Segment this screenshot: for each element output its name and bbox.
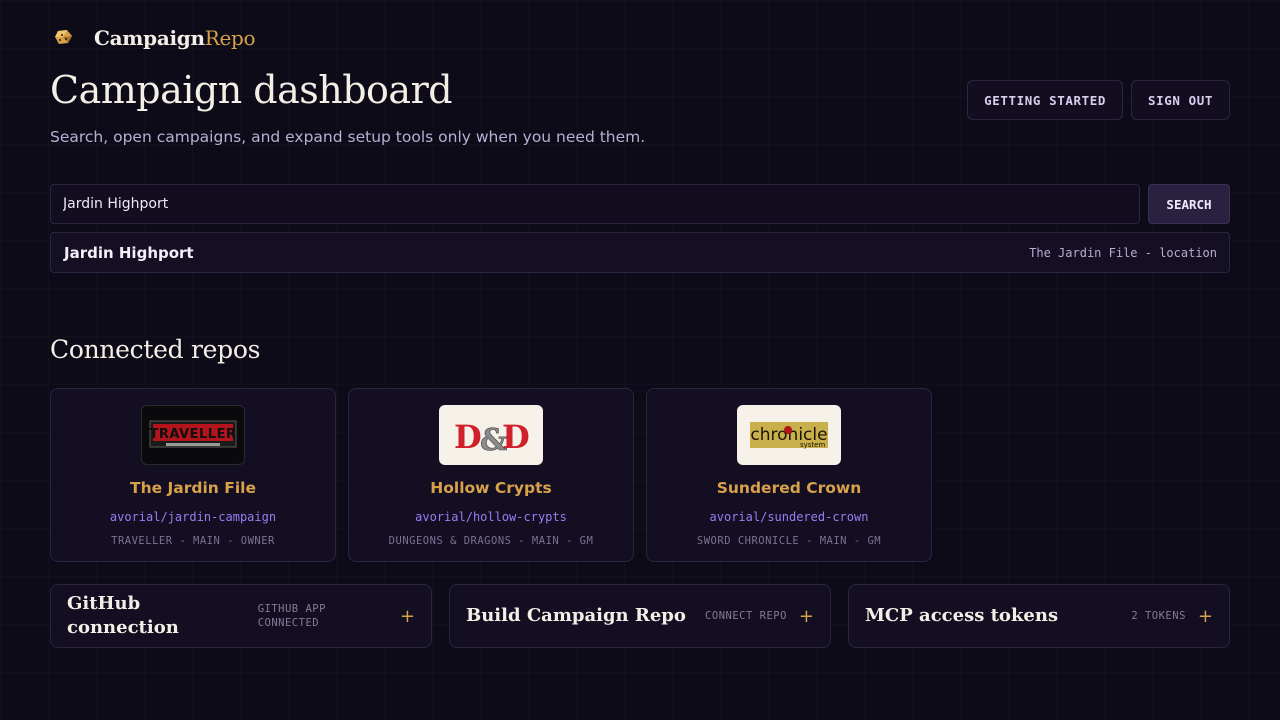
repo-path-link[interactable]: avorial/jardin-campaign (110, 510, 276, 524)
search-bar: SEARCH (50, 184, 1230, 224)
connected-repos-heading: Connected repos (50, 335, 261, 364)
setup-panels: GitHub connection GITHUB APP CONNECTED +… (50, 584, 1230, 648)
repo-path-link[interactable]: avorial/sundered-crown (710, 510, 869, 524)
traveller-logo-icon: TRAVELLER (141, 405, 245, 465)
repo-name: Hollow Crypts (430, 479, 552, 497)
header-actions: GETTING STARTED SIGN OUT (967, 80, 1230, 120)
repo-card-sundered-crown[interactable]: chronicle system Sundered Crown avorial/… (646, 388, 932, 562)
repo-grid: TRAVELLER The Jardin File avorial/jardin… (50, 388, 932, 562)
search-input[interactable] (50, 184, 1140, 224)
repo-tags: DUNGEONS & DRAGONS - MAIN - GM (388, 535, 594, 547)
plus-icon[interactable]: + (400, 606, 415, 627)
repo-tags: SWORD CHRONICLE - MAIN - GM (696, 535, 882, 547)
page-subtitle: Search, open campaigns, and expand setup… (50, 128, 646, 146)
build-campaign-repo-panel[interactable]: Build Campaign Repo CONNECT REPO + (449, 584, 831, 648)
sign-out-button[interactable]: SIGN OUT (1130, 80, 1230, 120)
repo-path-link[interactable]: avorial/hollow-crypts (415, 510, 567, 524)
brand-name: CampaignRepo (94, 26, 256, 50)
repo-tags: TRAVELLER - MAIN - OWNER (111, 535, 275, 547)
panel-title: Build Campaign Repo (466, 605, 686, 626)
panel-title: MCP access tokens (865, 605, 1059, 626)
github-connection-panel[interactable]: GitHub connection GITHUB APP CONNECTED + (50, 584, 432, 648)
repo-card-jardin[interactable]: TRAVELLER The Jardin File avorial/jardin… (50, 388, 336, 562)
panel-meta: GITHUB APP CONNECTED (257, 603, 326, 629)
dashboard-page: CampaignRepo Campaign dashboard Search, … (50, 22, 1230, 648)
plus-icon[interactable]: + (1198, 606, 1213, 627)
panel-title: GitHub connection (67, 593, 179, 638)
panel-meta: CONNECT REPO (705, 610, 787, 622)
repo-card-hollow-crypts[interactable]: D & D Hollow Crypts avorial/hollow-crypt… (348, 388, 634, 562)
svg-text:D: D (454, 418, 482, 456)
brand[interactable]: CampaignRepo (50, 22, 1230, 54)
svg-text:system: system (800, 441, 825, 449)
search-result-name: Jardin Highport (64, 243, 194, 262)
search-result-meta: The Jardin File - location (1029, 245, 1217, 260)
chronicle-logo-icon: chronicle system (737, 405, 841, 465)
plus-icon[interactable]: + (799, 606, 814, 627)
search-result-item[interactable]: Jardin Highport The Jardin File - locati… (50, 232, 1230, 273)
svg-text:D: D (502, 418, 530, 456)
panel-meta: 2 TOKENS (1131, 610, 1186, 622)
svg-text:TRAVELLER: TRAVELLER (150, 427, 237, 442)
search-button[interactable]: SEARCH (1148, 184, 1230, 224)
dice-icon (50, 23, 80, 53)
mcp-access-tokens-panel[interactable]: MCP access tokens 2 TOKENS + (848, 584, 1230, 648)
dnd-logo-icon: D & D (439, 405, 543, 465)
repo-name: The Jardin File (130, 479, 256, 497)
getting-started-button[interactable]: GETTING STARTED (967, 80, 1123, 120)
repo-name: Sundered Crown (716, 479, 862, 497)
